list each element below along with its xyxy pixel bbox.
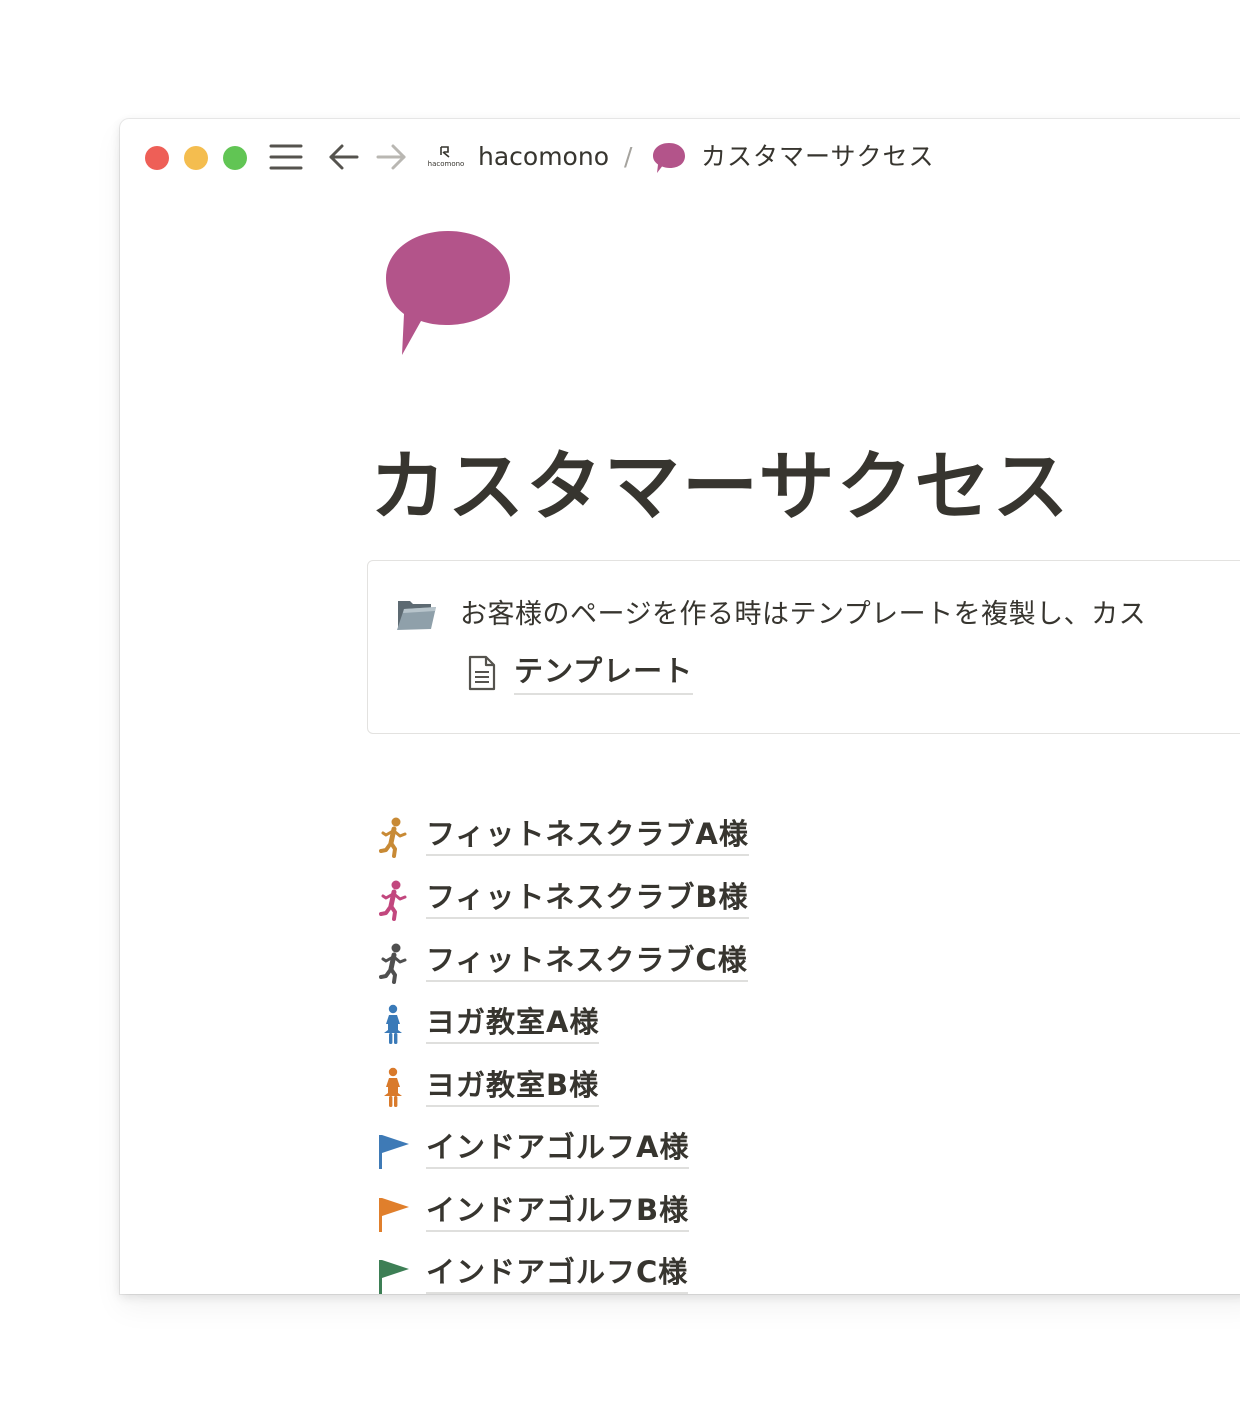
template-link-label[interactable]: テンプレート — [514, 651, 694, 695]
flag-icon — [379, 1135, 409, 1169]
page-link-label[interactable]: ヨガ教室B様 — [426, 1066, 600, 1107]
back-arrow-icon[interactable] — [327, 141, 361, 173]
window-titlebar: hacomono hacomono / カスタマーサクセス — [120, 119, 1240, 197]
woman-icon — [384, 1004, 402, 1044]
page-speech-bubble-icon[interactable] — [382, 227, 514, 359]
forward-arrow-icon[interactable] — [374, 141, 408, 173]
folder-icon — [397, 601, 436, 630]
sidebar-menu-icon[interactable] — [268, 142, 304, 172]
maximize-window-button[interactable] — [223, 146, 247, 170]
app-window: hacomono hacomono / カスタマーサクセス カスタマーサクセス … — [120, 119, 1240, 1294]
workspace-logo-icon[interactable]: hacomono — [426, 144, 466, 170]
workspace-logo-text: hacomono — [428, 160, 465, 168]
page-link-label[interactable]: インドアゴルフA様 — [426, 1128, 690, 1169]
minimize-window-button[interactable] — [184, 146, 208, 170]
speech-bubble-icon — [653, 143, 685, 173]
flag-icon — [379, 1198, 409, 1232]
callout-block: お客様のページを作る時はテンプレートを複製し、カス テンプレート — [367, 560, 1240, 734]
breadcrumb-workspace[interactable]: hacomono — [478, 139, 609, 175]
document-icon — [468, 655, 496, 691]
page-link-label[interactable]: フィットネスクラブA様 — [426, 815, 749, 856]
page-title[interactable]: カスタマーサクセス — [370, 437, 1070, 537]
breadcrumb-current-page[interactable]: カスタマーサクセス — [701, 139, 935, 175]
page-link-label[interactable]: フィットネスクラブB様 — [426, 878, 749, 919]
page-link-label[interactable]: フィットネスクラブC様 — [426, 941, 748, 982]
page-link-label[interactable]: インドアゴルフC様 — [426, 1253, 689, 1294]
running-person-icon — [379, 943, 407, 984]
callout-text: お客様のページを作る時はテンプレートを複製し、カス — [460, 599, 1147, 630]
page-link-label[interactable]: ヨガ教室A様 — [426, 1003, 600, 1044]
running-person-icon — [379, 817, 407, 858]
page-link-label[interactable]: インドアゴルフB様 — [426, 1191, 690, 1232]
woman-icon — [384, 1067, 402, 1107]
running-person-icon — [379, 880, 407, 921]
close-window-button[interactable] — [145, 146, 169, 170]
breadcrumb-separator: / — [624, 142, 633, 171]
flag-icon — [379, 1260, 409, 1294]
